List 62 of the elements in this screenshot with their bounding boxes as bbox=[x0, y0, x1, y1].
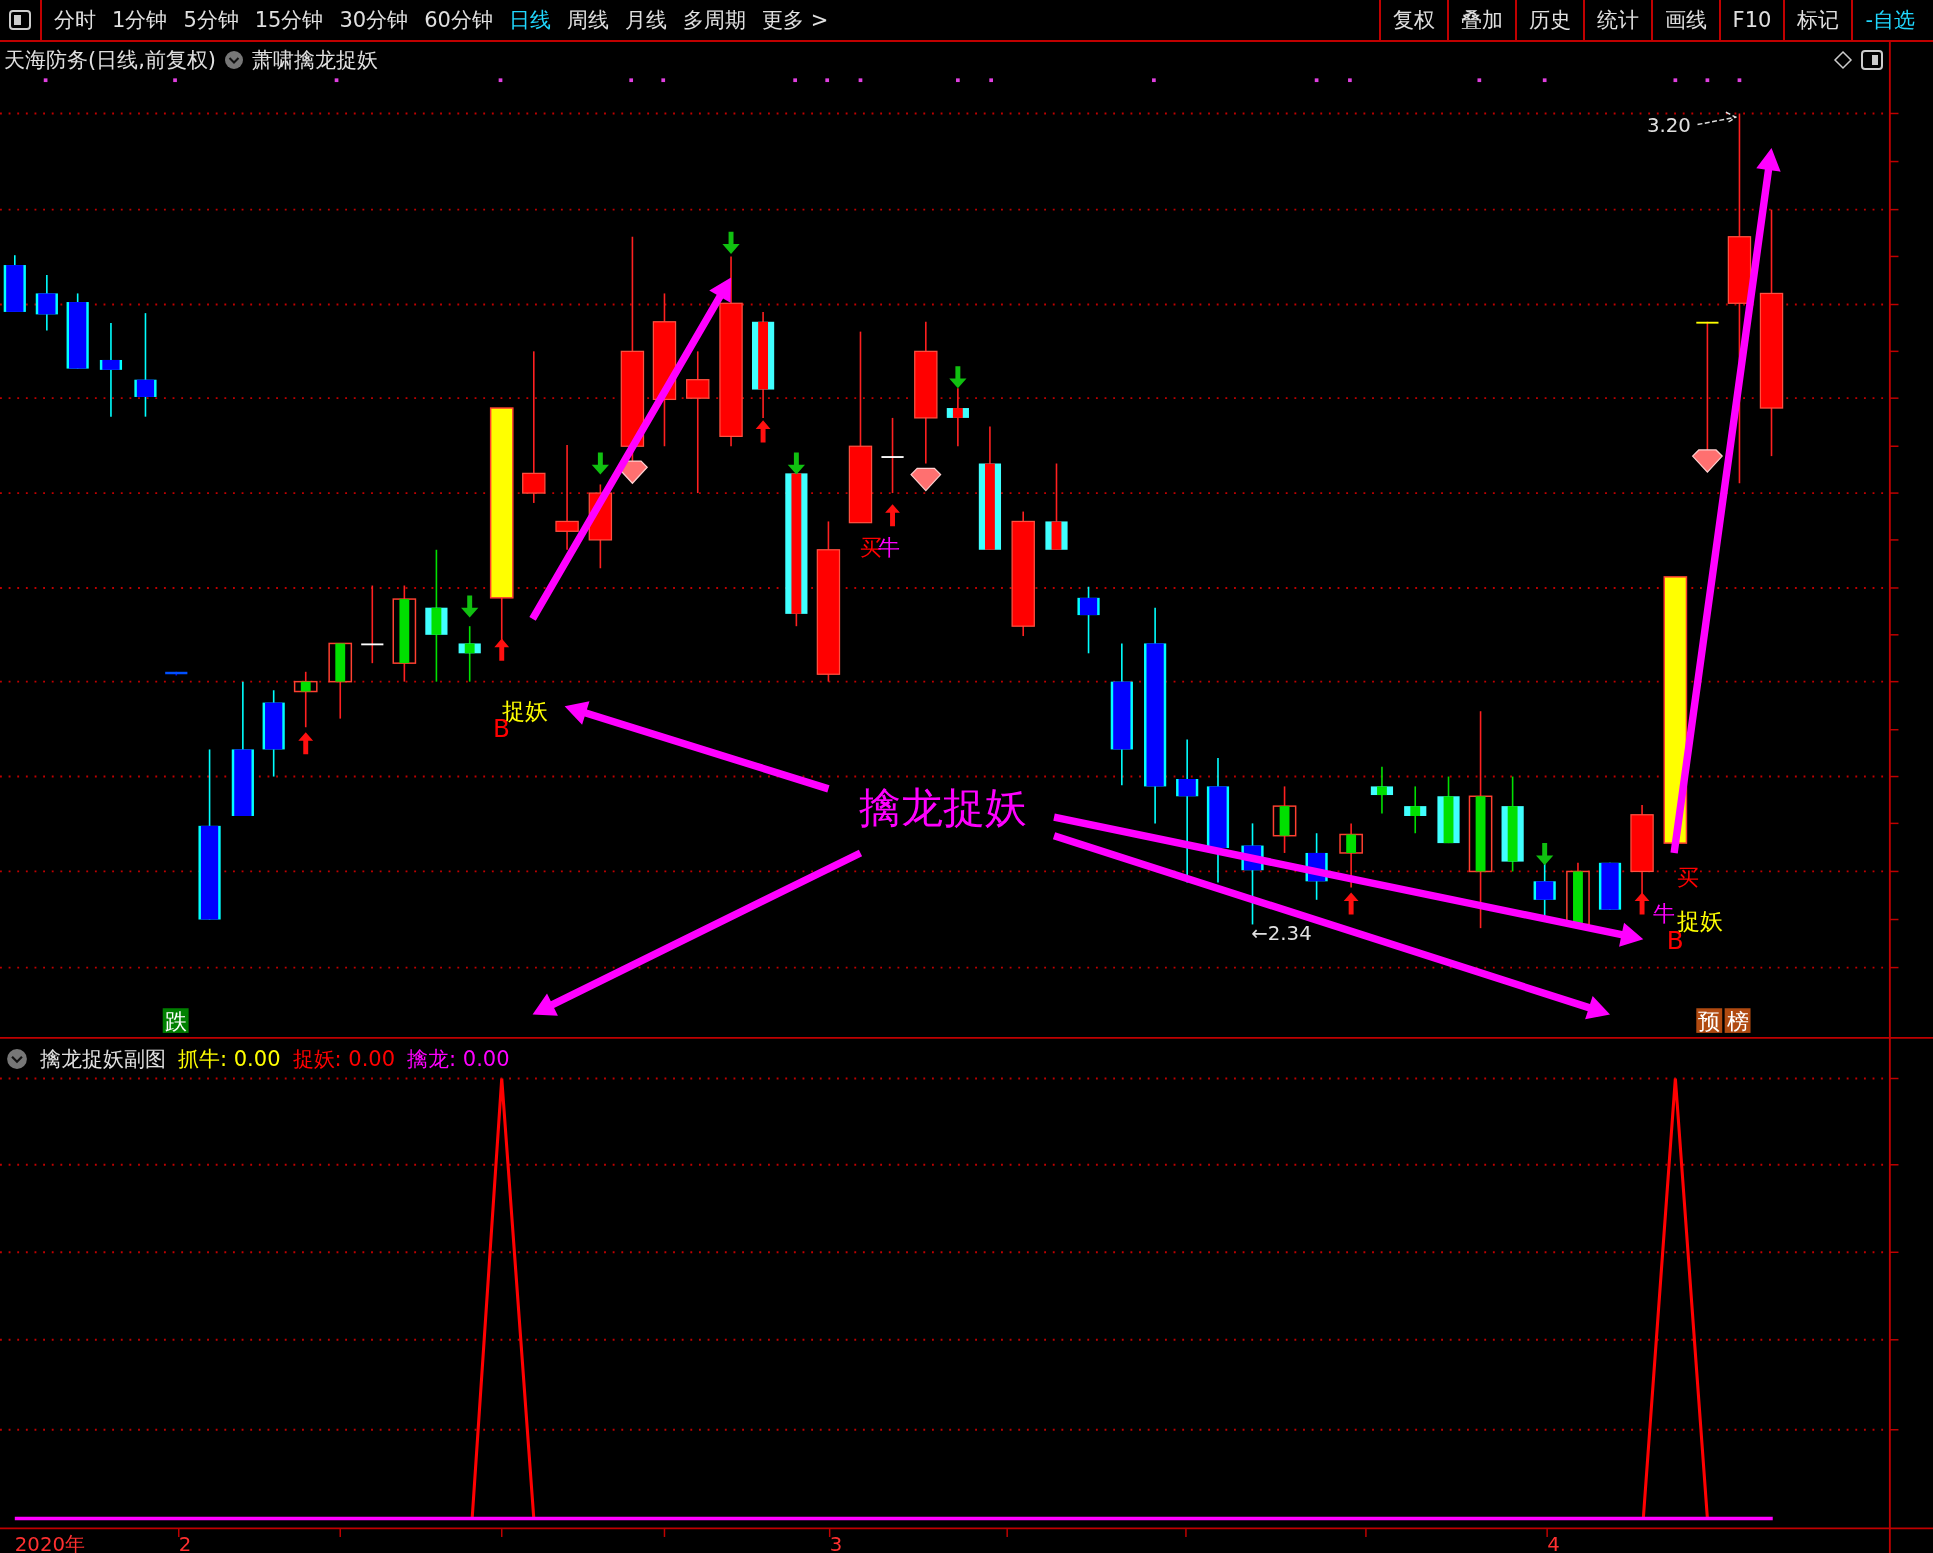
signal-badge: 跌 bbox=[162, 1008, 189, 1035]
diamond-icon bbox=[910, 467, 942, 492]
period-tab[interactable]: 周线 bbox=[566, 6, 609, 34]
indicator-readout: 擒龙: 0.00 bbox=[407, 1046, 510, 1073]
candlestick bbox=[1566, 862, 1590, 926]
dropdown-icon[interactable] bbox=[224, 50, 245, 70]
up-arrow-icon bbox=[298, 732, 314, 755]
candlestick bbox=[165, 671, 188, 677]
signal-badge: 预 bbox=[1696, 1008, 1723, 1035]
period-tab[interactable]: 60分钟 bbox=[424, 6, 493, 34]
panel-toggle-icon[interactable] bbox=[1861, 50, 1883, 70]
candlestick bbox=[458, 625, 481, 683]
period-tab[interactable]: 日线 bbox=[508, 6, 551, 34]
period-tab[interactable]: 15分钟 bbox=[254, 6, 324, 34]
period-tab[interactable]: 5分钟 bbox=[183, 6, 239, 34]
candlestick bbox=[293, 671, 318, 729]
candlestick bbox=[1272, 785, 1297, 854]
down-arrow-icon bbox=[1536, 843, 1554, 866]
candlestick bbox=[1077, 585, 1100, 655]
price-label: 3.20 bbox=[1647, 113, 1691, 137]
period-tab[interactable]: 30分钟 bbox=[339, 6, 409, 34]
price-label: ←2.34 bbox=[1251, 922, 1312, 946]
signal-label: 买 bbox=[1676, 864, 1699, 890]
axis-label: 3 bbox=[829, 1532, 843, 1553]
down-arrow-icon bbox=[461, 595, 479, 618]
down-arrow-icon bbox=[591, 452, 609, 475]
axis-label: 2020年 bbox=[14, 1532, 85, 1553]
period-tab[interactable]: 月线 bbox=[624, 6, 667, 34]
diamond-icon bbox=[1691, 449, 1724, 474]
candlestick bbox=[1437, 775, 1460, 844]
dropdown-icon[interactable] bbox=[6, 1048, 28, 1070]
candlestick bbox=[1370, 765, 1394, 815]
candlestick bbox=[3, 254, 26, 313]
stock-title: 天海防务(日线,前复权) bbox=[4, 47, 217, 74]
axis-label: 2 bbox=[178, 1532, 192, 1553]
axis-label: 4 bbox=[1547, 1532, 1560, 1553]
period-tab[interactable]: 分时 bbox=[54, 6, 96, 34]
up-arrow-icon bbox=[1343, 892, 1359, 915]
period-tab[interactable]: 1分钟 bbox=[112, 6, 168, 34]
pointer-icon bbox=[1696, 111, 1738, 126]
candlestick bbox=[35, 274, 58, 332]
up-arrow-icon bbox=[755, 420, 771, 443]
diamond-outline-icon[interactable] bbox=[1833, 50, 1853, 70]
up-arrow-icon bbox=[885, 504, 900, 527]
period-tab[interactable]: 更多 > bbox=[761, 6, 829, 34]
indicator-name[interactable]: 萧啸擒龙捉妖 bbox=[252, 46, 379, 74]
candlestick bbox=[1598, 862, 1622, 911]
down-arrow-icon bbox=[949, 366, 967, 389]
subchart-title: 擒龙捉妖副图 bbox=[40, 1046, 166, 1073]
signal-badge: 榜 bbox=[1724, 1008, 1751, 1035]
up-arrow-icon bbox=[1634, 892, 1650, 915]
indicator-readout: 捉妖: 0.00 bbox=[292, 1046, 396, 1073]
panel-toggle-icon[interactable] bbox=[9, 10, 31, 30]
down-arrow-icon bbox=[722, 231, 740, 254]
indicator-readout: 抓牛: 0.00 bbox=[178, 1046, 281, 1073]
signal-label: 牛 bbox=[1653, 899, 1676, 926]
up-arrow-icon bbox=[494, 638, 510, 661]
candlestick bbox=[1404, 785, 1427, 835]
candlestick bbox=[946, 387, 969, 448]
down-arrow-icon bbox=[787, 452, 805, 475]
signal-label: 擒龙捉妖 bbox=[859, 783, 1028, 833]
period-tab[interactable]: 多周期 bbox=[682, 6, 746, 34]
